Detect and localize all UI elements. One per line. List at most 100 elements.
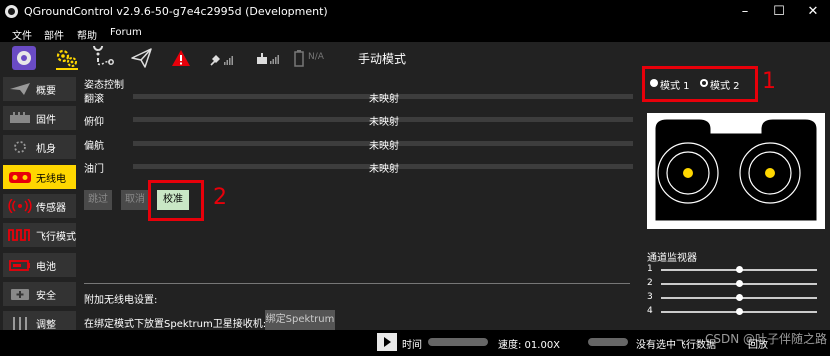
monitor-level-thumb xyxy=(735,266,743,273)
monitor-level-thumb xyxy=(735,280,743,287)
play-icon xyxy=(384,337,391,347)
channel-label: 油门 xyxy=(84,164,104,175)
sidebar-item-label: 传感器 xyxy=(36,203,66,214)
channel-value: 未映射 xyxy=(369,94,399,105)
left-stick-dot xyxy=(683,168,693,178)
right-panel: 1 模式 1 模式 2 通道监视器 1 2 3 4 xyxy=(638,66,830,330)
skip-button[interactable]: 跳过 xyxy=(84,190,112,210)
sidebar-item-label: 固件 xyxy=(36,115,56,126)
vehicle-setup-icon[interactable] xyxy=(54,46,80,70)
sidebar-item-tuning[interactable]: 调整 xyxy=(3,311,76,330)
flight-modes-icon xyxy=(8,229,30,241)
sidebar-item-power[interactable]: 电池 xyxy=(3,253,76,277)
sidebar-item-label: 机身 xyxy=(36,144,56,155)
sidebar-item-airframe[interactable]: 机身 xyxy=(3,135,76,159)
channel-row-roll: 翻滚 未映射 xyxy=(84,90,633,105)
close-button[interactable]: ✕ xyxy=(796,0,830,24)
gps-icon xyxy=(208,46,234,70)
plan-view-icon[interactable] xyxy=(91,41,117,70)
sidebar-item-radio[interactable]: 无线电 xyxy=(3,165,76,189)
sidebar-item-safety[interactable]: 安全 xyxy=(3,282,76,306)
sidebar-item-label: 概要 xyxy=(36,86,56,97)
sidebar-item-sensors[interactable]: 传感器 xyxy=(3,194,76,218)
monitor-channel-number: 1 xyxy=(647,264,653,274)
sidebar-item-label: 安全 xyxy=(36,291,56,302)
sidebar-item-label: 调整 xyxy=(36,320,56,330)
spektrum-bind-button[interactable]: 绑定Spektrum xyxy=(265,310,335,330)
channel-monitor-title: 通道监视器 xyxy=(647,253,697,264)
flight-data-status: 没有选中飞行数据 xyxy=(636,340,716,351)
csdn-watermark: CSDN @叶子伴随之路 xyxy=(705,332,828,346)
minimize-button[interactable]: – xyxy=(728,0,762,24)
airframe-icon xyxy=(14,141,26,153)
menubar: 文件 部件 帮助 Forum xyxy=(0,24,830,42)
additional-radio-settings-title: 附加无线电设置: xyxy=(84,295,158,306)
first-aid-icon xyxy=(11,289,29,300)
menu-file[interactable]: 文件 xyxy=(12,27,32,42)
transmitter-stick-display xyxy=(647,113,825,229)
rc-rssi-icon xyxy=(254,46,280,70)
monitor-channel-number: 3 xyxy=(647,292,653,302)
speed-slider[interactable] xyxy=(588,338,628,346)
warning-icon[interactable] xyxy=(169,46,195,70)
monitor-channel-number: 2 xyxy=(647,278,653,288)
sidebar-item-label: 无线电 xyxy=(36,174,66,185)
menu-widgets[interactable]: 部件 xyxy=(44,27,64,42)
channel-row-pitch: 俯仰 未映射 xyxy=(84,113,633,128)
battery-status: N/A xyxy=(292,46,352,70)
annotation-box-2 xyxy=(148,180,204,221)
channel-row-throttle: 油门 未映射 xyxy=(84,160,633,175)
menu-forum[interactable]: Forum xyxy=(110,27,142,38)
chip-icon xyxy=(10,112,30,123)
battery-icon xyxy=(9,260,30,271)
section-divider xyxy=(84,283,630,284)
channel-row-yaw: 偏航 未映射 xyxy=(84,137,633,152)
right-stick-dot xyxy=(765,168,775,178)
attitude-controls-title: 姿态控制 xyxy=(84,80,124,91)
sidebar-item-flight-modes[interactable]: 飞行模式 xyxy=(3,223,76,247)
sensors-icon xyxy=(8,199,32,213)
sidebar-item-summary[interactable]: 概要 xyxy=(3,77,76,101)
annotation-label-2: 2 xyxy=(213,185,227,210)
monitor-channel-number: 4 xyxy=(647,306,653,316)
mode1-label[interactable]: 模式 1 xyxy=(660,77,690,92)
flight-mode-selector[interactable]: 手动模式 xyxy=(358,50,406,67)
spektrum-bind-text: 在绑定模式下放置Spektrum卫星接收机: xyxy=(84,319,267,330)
monitor-row: 3 xyxy=(647,292,817,304)
paper-plane-icon xyxy=(10,83,30,95)
window-titlebar: QGroundControl v2.9.6-50-g7e4c2995d (Dev… xyxy=(0,0,830,24)
mode2-radio[interactable] xyxy=(700,79,708,87)
time-slider[interactable] xyxy=(428,338,488,346)
monitor-row: 2 xyxy=(647,278,817,290)
battery-icon xyxy=(294,50,304,67)
qgc-app-icon xyxy=(5,5,18,18)
maximize-button[interactable]: ☐ xyxy=(762,0,796,24)
monitor-row: 1 xyxy=(647,264,817,276)
monitor-level-thumb xyxy=(735,294,743,301)
mode1-radio[interactable] xyxy=(650,79,658,87)
sidebar-item-label: 电池 xyxy=(36,262,56,273)
annotation-label-1: 1 xyxy=(762,69,776,94)
window-title: QGroundControl v2.9.6-50-g7e4c2995d (Dev… xyxy=(24,5,328,18)
sidebar-item-label: 飞行模式 xyxy=(36,232,76,243)
channel-label: 俯仰 xyxy=(84,117,104,128)
mode2-label[interactable]: 模式 2 xyxy=(710,77,740,92)
speed-label: 速度: 01.00X xyxy=(498,340,561,351)
cancel-button[interactable]: 取消 xyxy=(121,190,149,210)
tuning-sliders-icon xyxy=(13,317,27,330)
setup-sidebar: 概要 固件 机身 无线电 传感器 飞行模式 电池 安全 调整 xyxy=(0,77,78,330)
channel-value: 未映射 xyxy=(369,141,399,152)
monitor-level-thumb xyxy=(735,308,743,315)
play-button[interactable] xyxy=(377,333,397,351)
channel-value: 未映射 xyxy=(369,164,399,175)
sidebar-item-firmware[interactable]: 固件 xyxy=(3,106,76,130)
qgc-logo-icon[interactable] xyxy=(12,46,36,70)
time-label: 时间 xyxy=(402,340,422,351)
battery-status-text: N/A xyxy=(308,52,324,62)
channel-label: 翻滚 xyxy=(84,94,104,105)
radio-setup-panel: 姿态控制 翻滚 未映射 俯仰 未映射 偏航 未映射 油门 未映射 跳过 取消 校… xyxy=(78,74,638,330)
menu-help[interactable]: 帮助 xyxy=(77,27,97,42)
monitor-row: 4 xyxy=(647,306,817,318)
fly-view-icon[interactable] xyxy=(129,46,155,70)
channel-value: 未映射 xyxy=(369,117,399,128)
